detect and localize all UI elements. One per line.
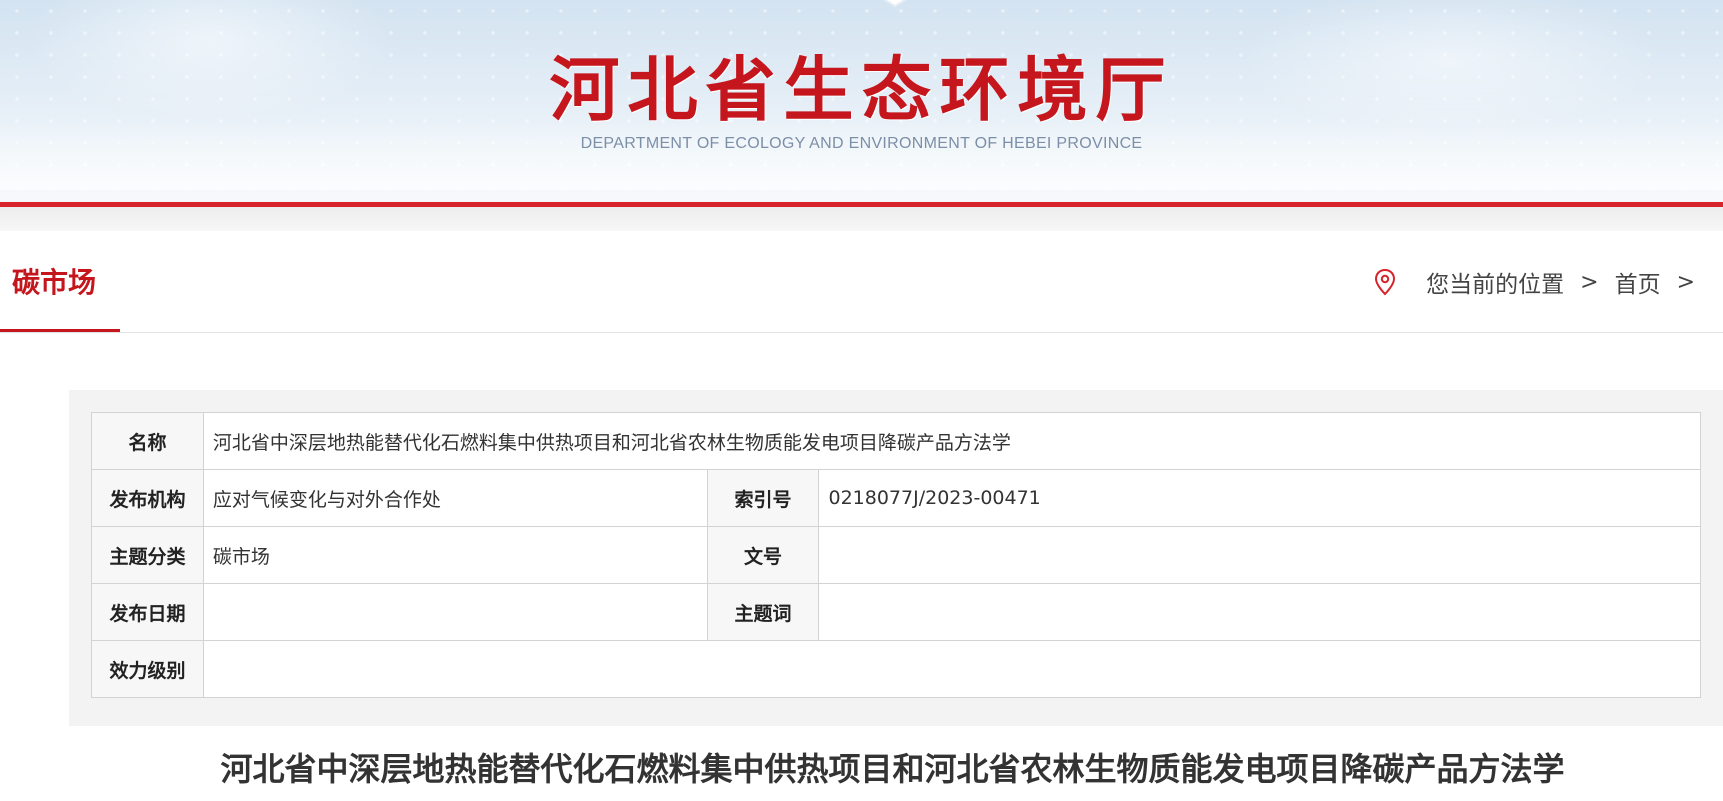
section-title[interactable]: 碳市场 (12, 261, 96, 301)
table-row: 发布机构 应对气候变化与对外合作处 索引号 0218077J/2023-0047… (91, 469, 1701, 527)
metadata-panel: 名称 河北省中深层地热能替代化石燃料集中供热项目和河北省农林生物质能发电项目降碳… (69, 390, 1723, 726)
table-row: 效力级别 (91, 640, 1702, 698)
keywords-label: 主题词 (706, 583, 820, 641)
topic-value: 碳市场 (202, 526, 708, 584)
header-grey-band (0, 207, 1723, 231)
site-title: 河北省生态环境厅 (549, 48, 1174, 131)
breadcrumb-separator: > (1580, 269, 1599, 295)
name-value: 河北省中深层地热能替代化石燃料集中供热项目和河北省农林生物质能发电项目降碳产品方… (202, 412, 1702, 470)
article-title: 河北省中深层地热能替代化石燃料集中供热项目和河北省农林生物质能发电项目降碳产品方… (220, 750, 1565, 788)
doc-number-value (818, 526, 1701, 584)
keywords-value (818, 583, 1701, 641)
validity-label: 效力级别 (91, 640, 204, 698)
validity-value (202, 640, 1702, 698)
name-label: 名称 (91, 412, 204, 470)
doc-number-label: 文号 (706, 526, 820, 584)
breadcrumb-location-label: 您当前的位置 (1426, 272, 1565, 298)
publisher-value: 应对气候变化与对外合作处 (202, 469, 708, 527)
section-header: 碳市场 您当前的位置 > 首页 > (0, 231, 1723, 333)
site-subtitle: DEPARTMENT OF ECOLOGY AND ENVIRONMENT OF… (580, 135, 1143, 152)
publish-date-label: 发布日期 (91, 583, 204, 641)
location-pin-icon (1375, 268, 1396, 296)
publish-date-value (202, 583, 708, 641)
index-value: 0218077J/2023-00471 (818, 469, 1701, 527)
index-label: 索引号 (706, 469, 820, 527)
table-row: 主题分类 碳市场 文号 (91, 526, 1701, 584)
publisher-label: 发布机构 (91, 469, 204, 527)
table-row: 名称 河北省中深层地热能替代化石燃料集中供热项目和河北省农林生物质能发电项目降碳… (91, 412, 1702, 470)
breadcrumb-home-link[interactable]: 首页 (1615, 265, 1661, 299)
metadata-table: 名称 河北省中深层地热能替代化石燃料集中供热项目和河北省农林生物质能发电项目降碳… (91, 412, 1702, 698)
emblem-icon (883, 0, 907, 8)
breadcrumb-separator: > (1676, 269, 1695, 295)
topic-label: 主题分类 (91, 526, 204, 584)
table-row: 发布日期 主题词 (91, 583, 1701, 641)
site-header-banner: 河北省生态环境厅 DEPARTMENT OF ECOLOGY AND ENVIR… (0, 0, 1723, 204)
section-title-underline (0, 329, 120, 332)
breadcrumb: 您当前的位置 > 首页 > (1374, 265, 1711, 299)
